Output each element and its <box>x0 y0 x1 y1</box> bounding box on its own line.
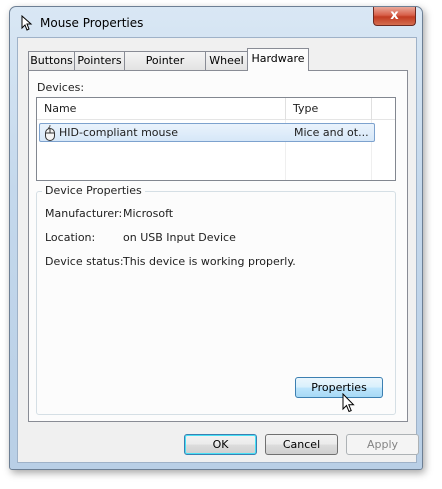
column-header-type[interactable]: Type <box>286 98 371 120</box>
tab-buttons[interactable]: Buttons <box>28 51 75 70</box>
device-list[interactable]: Name Type HID-compliant mouse Mice and o… <box>36 97 396 181</box>
close-button[interactable]: x <box>373 7 416 26</box>
mouse-properties-window: Mouse Properties x Buttons Pointers Poin… <box>9 6 423 470</box>
arrow-cursor-icon <box>342 392 356 414</box>
list-header: Name Type <box>37 98 395 120</box>
cancel-button[interactable]: Cancel <box>265 434 338 455</box>
tab-pointers[interactable]: Pointers <box>74 51 125 70</box>
device-status-value: This device is working properly. <box>123 255 296 268</box>
devices-label: Devices: <box>37 81 85 94</box>
group-title: Device Properties <box>42 184 145 197</box>
location-label: Location: <box>45 231 96 244</box>
title-bar[interactable]: Mouse Properties x <box>10 7 422 37</box>
tab-pointer-options[interactable]: Pointer Options <box>124 51 206 84</box>
ok-button[interactable]: OK <box>184 434 257 455</box>
tab-hardware[interactable]: Hardware <box>247 48 309 71</box>
manufacturer-value: Microsoft <box>123 207 174 220</box>
dialog-client-area: Buttons Pointers Pointer Options Wheel H… <box>17 37 419 463</box>
manufacturer-label: Manufacturer: <box>45 207 123 220</box>
window-title: Mouse Properties <box>40 16 144 30</box>
column-header-name[interactable]: Name <box>37 98 285 120</box>
device-name: HID-compliant mouse <box>59 126 178 139</box>
device-properties-group: Device Properties Manufacturer: Microsof… <box>36 184 396 415</box>
hardware-tab-panel: Devices: Name Type HID-compliant mouse M… <box>28 70 408 422</box>
device-status-label: Device status: <box>45 255 124 268</box>
tab-wheel[interactable]: Wheel <box>205 51 248 70</box>
column-separator[interactable] <box>371 98 372 120</box>
device-type: Mice and ot... <box>294 126 369 139</box>
apply-button[interactable]: Apply <box>346 434 419 455</box>
list-item[interactable]: HID-compliant mouse Mice and ot... <box>39 123 375 142</box>
mouse-pointer-icon <box>19 14 35 31</box>
location-value: on USB Input Device <box>123 231 236 244</box>
close-icon: x <box>390 8 399 23</box>
mouse-device-icon <box>43 124 57 141</box>
properties-button[interactable]: Properties <box>295 377 383 398</box>
